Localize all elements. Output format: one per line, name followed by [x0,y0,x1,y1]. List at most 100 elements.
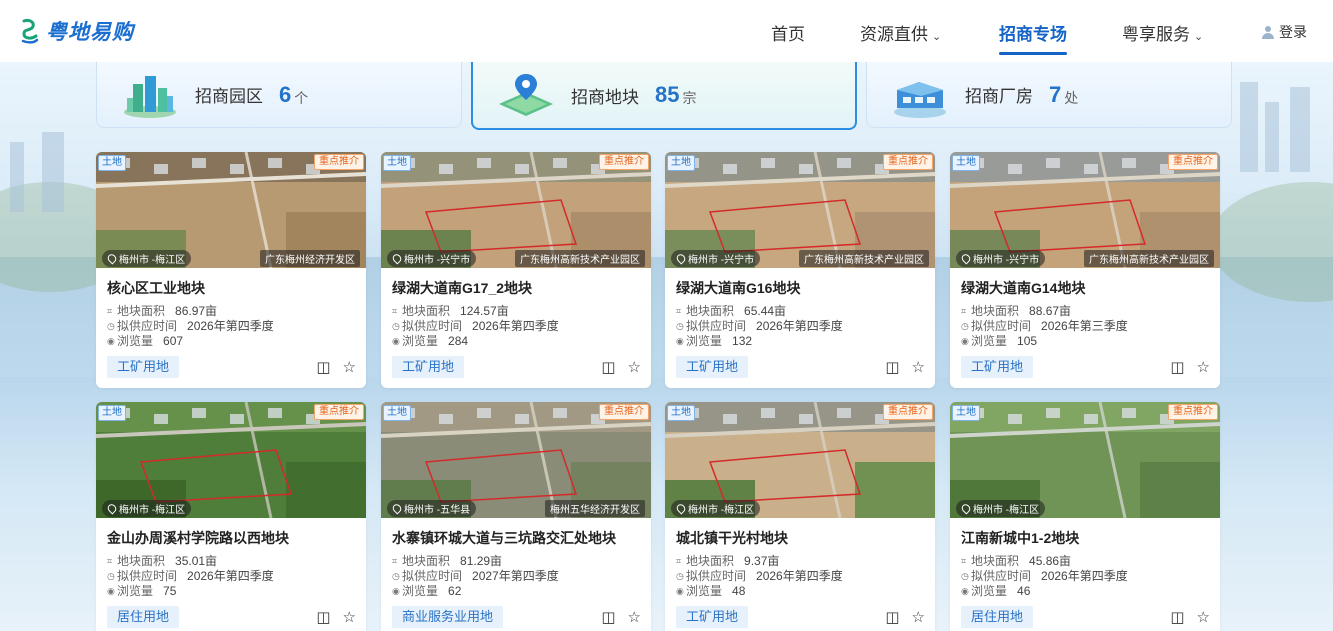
grid-icon: ⌗ [961,556,967,566]
category-count: 85 [655,82,680,107]
tab-investment-land[interactable]: 招商地块 85 宗 [471,62,857,130]
map-icon[interactable]: ◫ [601,610,615,625]
clock-icon: ◷ [676,321,684,331]
land-card[interactable]: 土地 重点推介 梅州市 -梅江区 金山办周溪村学院路以西地块 ⌗ 地块面积 35… [96,402,366,631]
area-value: 9.37亩 [744,554,780,568]
user-icon [1262,26,1274,39]
eye-icon: ◉ [676,336,684,346]
supply-value: 2026年第四季度 [187,569,274,583]
map-icon[interactable]: ◫ [1170,360,1184,375]
tab-investment-parks[interactable]: 招商园区 6 个 [96,62,462,128]
clock-icon: ◷ [392,571,400,581]
supply-label: 拟供应时间 [117,569,178,583]
land-card[interactable]: 土地 重点推介 梅州市 -兴宁市 广东梅州高新技术产业园区 绿湖大道南G14地块… [950,152,1220,388]
land-card[interactable]: 土地 重点推介 梅州市 -梅江区 广东梅州经济开发区 核心区工业地块 ⌗ 地块面… [96,152,366,388]
supply-label: 拟供应时间 [686,569,747,583]
land-aerial-photo[interactable]: 土地 重点推介 梅州市 -梅江区 [96,402,366,518]
supply-value: 2026年第三季度 [1041,319,1128,333]
location-bar: 梅州市 -梅江区 [96,498,366,518]
area-label: 地块面积 [686,304,735,318]
favorite-star-icon[interactable]: ☆ [1197,360,1210,375]
favorite-star-icon[interactable]: ☆ [912,360,925,375]
land-tag: 土地 [383,405,411,421]
tab-investment-factories[interactable]: 招商厂房 7 处 [866,62,1232,128]
nav-investment-special[interactable]: 招商专场 [999,20,1067,55]
location-pin-icon [959,501,973,515]
area-label: 地块面积 [971,554,1020,568]
card-title[interactable]: 绿湖大道南G16地块 [676,278,935,298]
featured-tag: 重点推介 [314,154,364,170]
eye-icon: ◉ [107,586,115,596]
map-icon[interactable]: ◫ [885,610,899,625]
login-button[interactable]: 登录 [1262,22,1307,42]
views-row: ◉ 浏览量 607 [107,334,366,349]
land-aerial-photo[interactable]: 土地 重点推介 梅州市 -兴宁市 广东梅州高新技术产业园区 [665,152,935,268]
map-icon[interactable]: ◫ [316,610,330,625]
land-card[interactable]: 土地 重点推介 梅州市 -兴宁市 广东梅州高新技术产业园区 绿湖大道南G16地块… [665,152,935,388]
views-row: ◉ 浏览量 62 [392,584,651,599]
supply-row: ◷ 拟供应时间 2026年第四季度 [961,569,1220,584]
area-row: ⌗ 地块面积 86.97亩 [107,304,366,319]
favorite-star-icon[interactable]: ☆ [628,610,641,625]
card-footer: 商业服务业用地 ◫ ☆ [392,606,641,628]
views-row: ◉ 浏览量 132 [676,334,935,349]
site-logo[interactable]: 粤地易购 [20,16,134,46]
nav-home[interactable]: 首页 [771,20,805,45]
land-card[interactable]: 土地 重点推介 梅州市 -梅江区 城北镇干光村地块 ⌗ 地块面积 9.37亩 ◷… [665,402,935,631]
land-aerial-photo[interactable]: 土地 重点推介 梅州市 -兴宁市 广东梅州高新技术产业园区 [381,152,651,268]
area-row: ⌗ 地块面积 88.67亩 [961,304,1220,319]
location-label: 梅州市 -兴宁市 [387,249,477,267]
views-label: 浏览量 [686,584,723,598]
area-row: ⌗ 地块面积 124.57亩 [392,304,651,319]
views-row: ◉ 浏览量 284 [392,334,651,349]
land-aerial-photo[interactable]: 土地 重点推介 梅州市 -梅江区 广东梅州经济开发区 [96,152,366,268]
favorite-star-icon[interactable]: ☆ [912,610,925,625]
area-value: 88.67亩 [1029,304,1072,318]
favorite-star-icon[interactable]: ☆ [343,610,356,625]
location-pin-icon [390,251,404,265]
land-use-tag: 工矿用地 [961,356,1034,378]
location-label: 梅州市 -梅江区 [956,499,1046,517]
land-use-tag: 居住用地 [107,606,180,628]
supply-value: 2026年第四季度 [756,319,843,333]
card-title[interactable]: 绿湖大道南G14地块 [961,278,1220,298]
zone-label: 广东梅州经济开发区 [260,249,360,267]
clock-icon: ◷ [961,321,969,331]
land-card[interactable]: 土地 重点推介 梅州市 -兴宁市 广东梅州高新技术产业园区 绿湖大道南G17_2… [381,152,651,388]
land-aerial-photo[interactable]: 土地 重点推介 梅州市 -五华县 梅州五华经济开发区 [381,402,651,518]
area-value: 124.57亩 [460,304,509,318]
card-title[interactable]: 水寨镇环城大道与三坑路交汇处地块 [392,528,651,548]
logo-leaf-icon [21,19,39,44]
views-label: 浏览量 [117,584,154,598]
nav-services[interactable]: 粤享服务 ⌄ [1122,20,1203,45]
map-icon[interactable]: ◫ [885,360,899,375]
area-row: ⌗ 地块面积 65.44亩 [676,304,935,319]
area-row: ⌗ 地块面积 45.86亩 [961,554,1220,569]
land-aerial-photo[interactable]: 土地 重点推介 梅州市 -梅江区 [665,402,935,518]
land-card[interactable]: 土地 重点推介 梅州市 -梅江区 江南新城中1-2地块 ⌗ 地块面积 45.86… [950,402,1220,631]
chevron-down-icon: ⌄ [932,31,942,43]
views-row: ◉ 浏览量 75 [107,584,366,599]
card-title[interactable]: 城北镇干光村地块 [676,528,935,548]
card-title[interactable]: 核心区工业地块 [107,278,366,298]
views-row: ◉ 浏览量 46 [961,584,1220,599]
location-text: 梅州市 -五华县 [404,504,471,516]
favorite-star-icon[interactable]: ☆ [343,360,356,375]
favorite-star-icon[interactable]: ☆ [628,360,641,375]
card-title[interactable]: 金山办周溪村学院路以西地块 [107,528,366,548]
area-label: 地块面积 [117,304,166,318]
map-icon[interactable]: ◫ [1170,610,1184,625]
card-title[interactable]: 江南新城中1-2地块 [961,528,1220,548]
map-icon[interactable]: ◫ [601,360,615,375]
land-card[interactable]: 土地 重点推介 梅州市 -五华县 梅州五华经济开发区 水寨镇环城大道与三坑路交汇… [381,402,651,631]
land-aerial-photo[interactable]: 土地 重点推介 梅州市 -梅江区 [950,402,1220,518]
nav-resource-supply[interactable]: 资源直供 ⌄ [860,20,941,45]
card-footer: 居住用地 ◫ ☆ [107,606,356,628]
card-title[interactable]: 绿湖大道南G17_2地块 [392,278,651,298]
land-aerial-photo[interactable]: 土地 重点推介 梅州市 -兴宁市 广东梅州高新技术产业园区 [950,152,1220,268]
favorite-star-icon[interactable]: ☆ [1197,610,1210,625]
supply-label: 拟供应时间 [402,569,463,583]
map-icon[interactable]: ◫ [316,360,330,375]
card-footer: 工矿用地 ◫ ☆ [676,606,925,628]
featured-tag: 重点推介 [1168,404,1218,420]
